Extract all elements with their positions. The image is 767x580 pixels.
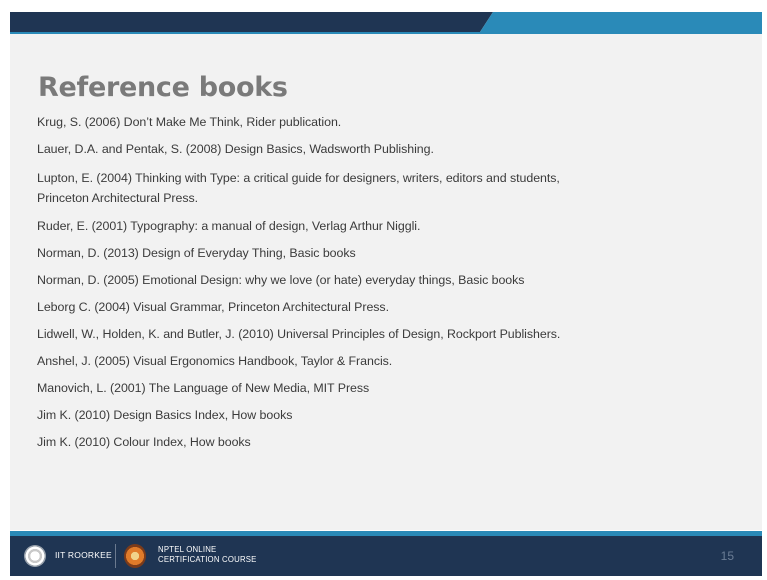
reference-line: Princeton Architectural Press. (37, 191, 199, 205)
reference-item: Norman, D. (2013) Design of Everyday Thi… (37, 246, 356, 260)
course-line-1: NPTEL ONLINE (158, 545, 217, 554)
reference-item: Jim K. (2010) Design Basics Index, How b… (37, 408, 293, 422)
reference-list: Krug, S. (2006) Don’t Make Me Think, Rid… (37, 114, 737, 461)
institute-name: IIT ROORKEE (55, 550, 112, 560)
course-name: NPTEL ONLINE CERTIFICATION COURSE (158, 545, 257, 565)
reference-item: Lupton, E. (2004) Thinking with Type: a … (37, 168, 737, 208)
reference-item: Lidwell, W., Holden, K. and Butler, J. (… (37, 327, 561, 341)
footer-divider (115, 544, 116, 568)
reference-line: Lupton, E. (2004) Thinking with Type: a … (37, 171, 560, 185)
reference-item: Anshel, J. (2005) Visual Ergonomics Hand… (37, 354, 393, 368)
nptel-logo-icon (124, 544, 146, 568)
page-number: 15 (720, 549, 734, 563)
reference-item: Lauer, D.A. and Pentak, S. (2008) Design… (37, 142, 434, 156)
course-line-2: CERTIFICATION COURSE (158, 555, 257, 564)
reference-item: Norman, D. (2005) Emotional Design: why … (37, 273, 525, 287)
reference-item: Ruder, E. (2001) Typography: a manual of… (37, 219, 421, 233)
iit-roorkee-logo-icon (24, 545, 46, 567)
reference-item: Leborg C. (2004) Visual Grammar, Princet… (37, 300, 389, 314)
footer-bar: IIT ROORKEE NPTEL ONLINE CERTIFICATION C… (10, 536, 762, 576)
slide-title: Reference books (38, 72, 288, 103)
reference-item: Krug, S. (2006) Don’t Make Me Think, Rid… (37, 115, 342, 129)
reference-item: Jim K. (2010) Colour Index, How books (37, 435, 251, 449)
reference-item: Manovich, L. (2001) The Language of New … (37, 381, 370, 395)
